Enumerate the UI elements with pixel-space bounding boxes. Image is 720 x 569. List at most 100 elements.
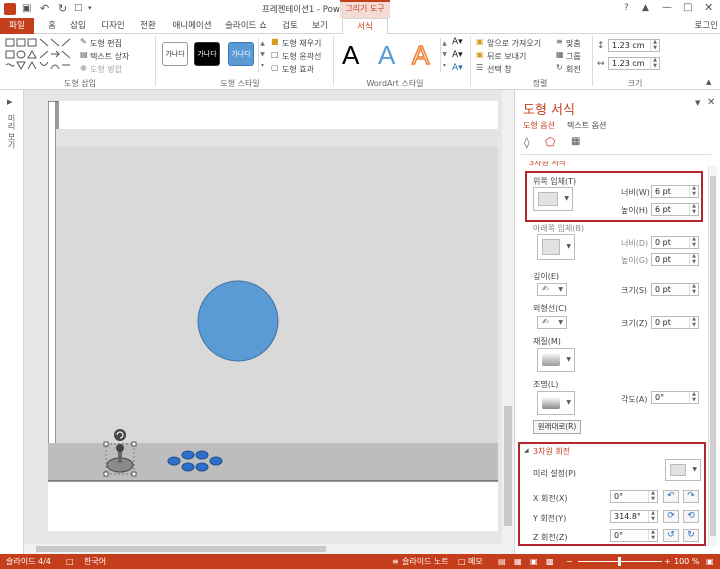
top-bevel-width-input[interactable]: 6 pt ▲ ▼ xyxy=(651,185,699,198)
spin-arrows-icon[interactable]: ▲ ▼ xyxy=(648,490,657,502)
notes-icon[interactable]: ≡ xyxy=(392,554,399,569)
help-icon[interactable]: ? xyxy=(624,3,629,13)
text-fill-icon[interactable]: A▾ xyxy=(452,37,463,47)
shape-style-black[interactable]: 가나다 xyxy=(194,42,220,66)
save-icon[interactable]: ▣ xyxy=(22,3,31,14)
thumbnail-rail[interactable]: ▶ 미리 보기 xyxy=(0,90,24,554)
contour-color-dropdown[interactable]: ✍ ▼ xyxy=(537,316,567,329)
z-rotation-input[interactable]: 0° ▲ ▼ xyxy=(610,529,658,542)
bottom-bevel-dropdown[interactable]: ▼ xyxy=(537,234,575,260)
tab-home[interactable]: 홈 xyxy=(40,18,64,34)
section-3d-rotation[interactable]: 3차원 회전 xyxy=(533,446,570,457)
zoom-slider-thumb[interactable] xyxy=(618,557,621,566)
x-rotation-input[interactable]: 0° ▲ ▼ xyxy=(610,490,658,503)
fill-line-icon[interactable]: ◊ xyxy=(524,136,529,149)
reset-button[interactable]: 원래대로(R) xyxy=(533,420,581,434)
spin-arrows-icon[interactable]: ▲ ▼ xyxy=(648,510,657,522)
height-input[interactable]: 1.23 cm ▲ ▼ xyxy=(608,39,660,52)
shape-style-blue[interactable]: 가나다 xyxy=(228,42,254,66)
tab-format[interactable]: 서식 xyxy=(342,18,388,34)
undo-icon[interactable]: ↶ xyxy=(40,2,49,15)
collapse-ribbon-icon[interactable]: ▲ xyxy=(706,78,711,86)
text-effects-icon[interactable]: A▾ xyxy=(452,63,463,73)
spin-arrows-icon[interactable]: ▲ ▼ xyxy=(650,39,659,51)
spin-arrows-icon[interactable]: ▲ ▼ xyxy=(648,529,657,541)
tab-design[interactable]: 디자인 xyxy=(96,18,130,34)
ribbon-display-icon[interactable]: ▲ xyxy=(642,3,649,13)
top-bevel-height-input[interactable]: 6 pt ▲ ▼ xyxy=(651,203,699,216)
tab-file[interactable]: 파일 xyxy=(0,18,34,34)
slideshow-view-icon[interactable]: ▩ xyxy=(546,554,554,569)
selection-pane-button[interactable]: 선택 창 xyxy=(487,64,512,75)
spin-arrows-icon[interactable]: ▲ ▼ xyxy=(689,203,698,215)
contour-size-input[interactable]: 0 pt ▲ ▼ xyxy=(651,316,699,329)
material-dropdown[interactable]: ▼ xyxy=(537,348,575,372)
slide-sorter-icon[interactable]: ▦ xyxy=(514,554,522,569)
redo-icon[interactable]: ↻ xyxy=(58,2,67,15)
tab-view[interactable]: 보기 xyxy=(308,18,332,34)
width-input[interactable]: 1.23 cm ▲ ▼ xyxy=(608,57,660,70)
fit-slide-icon[interactable]: ▣ xyxy=(706,554,714,569)
shape-styles-scroll[interactable]: ▲ ▼ ▾ xyxy=(258,38,266,72)
notes-button[interactable]: 슬라이드 노트 xyxy=(402,554,449,569)
scroll-thumb[interactable] xyxy=(36,546,326,552)
y-rotation-input[interactable]: 314.8° ▲ ▼ xyxy=(610,510,658,523)
minimize-icon[interactable]: — xyxy=(662,2,672,13)
lighting-angle-input[interactable]: 0° ▲ ▼ xyxy=(651,391,699,404)
zoom-out-icon[interactable]: − xyxy=(566,554,573,569)
wordart-scroll[interactable]: ▲ ▼ ▾ xyxy=(440,38,448,72)
wordart-black[interactable]: A xyxy=(342,40,359,71)
effects-pentagon-icon[interactable]: ⬠ xyxy=(545,135,555,149)
lighting-dropdown[interactable]: ▼ xyxy=(537,391,575,415)
x-rotate-right-icon[interactable]: ↷ xyxy=(683,490,699,503)
tab-transitions[interactable]: 전환 xyxy=(134,18,162,34)
wordart-orange[interactable]: A xyxy=(411,39,430,71)
horizontal-scrollbar[interactable] xyxy=(24,544,514,554)
zoom-in-icon[interactable]: + xyxy=(664,554,671,569)
language-indicator[interactable]: 한국어 xyxy=(84,554,106,569)
shape-outline-button[interactable]: 도형 윤곽선 xyxy=(282,51,321,62)
spin-arrows-icon[interactable]: ▲ ▼ xyxy=(689,253,698,265)
tab-slideshow[interactable]: 슬라이드 쇼 xyxy=(222,18,270,34)
depth-color-dropdown[interactable]: ✍ ▼ xyxy=(537,283,567,296)
zoom-level[interactable]: 100 % xyxy=(674,554,699,569)
shape-fill-button[interactable]: 도형 채우기 xyxy=(282,38,321,49)
shape-style-white[interactable]: 가나다 xyxy=(162,42,188,66)
spin-arrows-icon[interactable]: ▲ ▼ xyxy=(689,236,698,248)
thumbnail-expand-icon[interactable]: ▶ xyxy=(7,98,12,106)
shapes-gallery[interactable] xyxy=(4,37,78,73)
spin-arrows-icon[interactable]: ▲ ▼ xyxy=(650,57,659,69)
rotation-handle-icon[interactable] xyxy=(114,429,126,441)
zoom-slider[interactable] xyxy=(578,557,662,566)
slideshow-icon[interactable]: □ xyxy=(74,3,83,13)
pane-scroll-thumb[interactable] xyxy=(710,176,716,536)
tab-animations[interactable]: 애니메이션 xyxy=(168,18,216,34)
tab-review[interactable]: 검토 xyxy=(278,18,302,34)
x-rotate-left-icon[interactable]: ↶ xyxy=(663,490,679,503)
vertical-scrollbar[interactable] xyxy=(502,90,514,544)
spellcheck-icon[interactable]: □ xyxy=(66,554,74,569)
send-backward-button[interactable]: 뒤로 보내기 xyxy=(487,51,526,62)
z-rotate-ccw-icon[interactable]: ↺ xyxy=(663,529,679,542)
shape-effects-button[interactable]: 도형 효과 xyxy=(282,64,314,75)
y-rotate-down-icon[interactable]: ⟲ xyxy=(683,510,699,523)
bottom-bevel-width-input[interactable]: 0 pt ▲ ▼ xyxy=(651,236,699,249)
signin-link[interactable]: 로그인 xyxy=(692,18,718,34)
pane-close-icon[interactable]: ✕ xyxy=(707,97,715,108)
text-outline-icon[interactable]: A▾ xyxy=(452,50,463,60)
presets-dropdown[interactable]: ▼ xyxy=(665,459,701,481)
align-button[interactable]: 맞춤 xyxy=(566,38,581,49)
wordart-blue[interactable]: A xyxy=(378,40,395,71)
spin-arrows-icon[interactable]: ▲ ▼ xyxy=(689,391,698,403)
bottom-bevel-height-input[interactable]: 0 pt ▲ ▼ xyxy=(651,253,699,266)
depth-size-input[interactable]: 0 pt ▲ ▼ xyxy=(651,283,699,296)
tab-shape-options[interactable]: 도형 옵션 xyxy=(523,120,555,131)
maximize-icon[interactable]: □ xyxy=(683,2,692,13)
normal-view-icon[interactable]: ▤ xyxy=(498,554,506,569)
rotate-button[interactable]: 회전 xyxy=(566,64,581,75)
close-icon[interactable]: ✕ xyxy=(704,1,713,14)
section-3d-rotation-toggle-icon[interactable]: ◢ xyxy=(524,447,529,454)
edit-shape-button[interactable]: 도형 편집 xyxy=(90,38,122,49)
tab-text-options[interactable]: 텍스트 옵션 xyxy=(567,120,606,131)
pane-scrollbar[interactable] xyxy=(708,166,717,546)
